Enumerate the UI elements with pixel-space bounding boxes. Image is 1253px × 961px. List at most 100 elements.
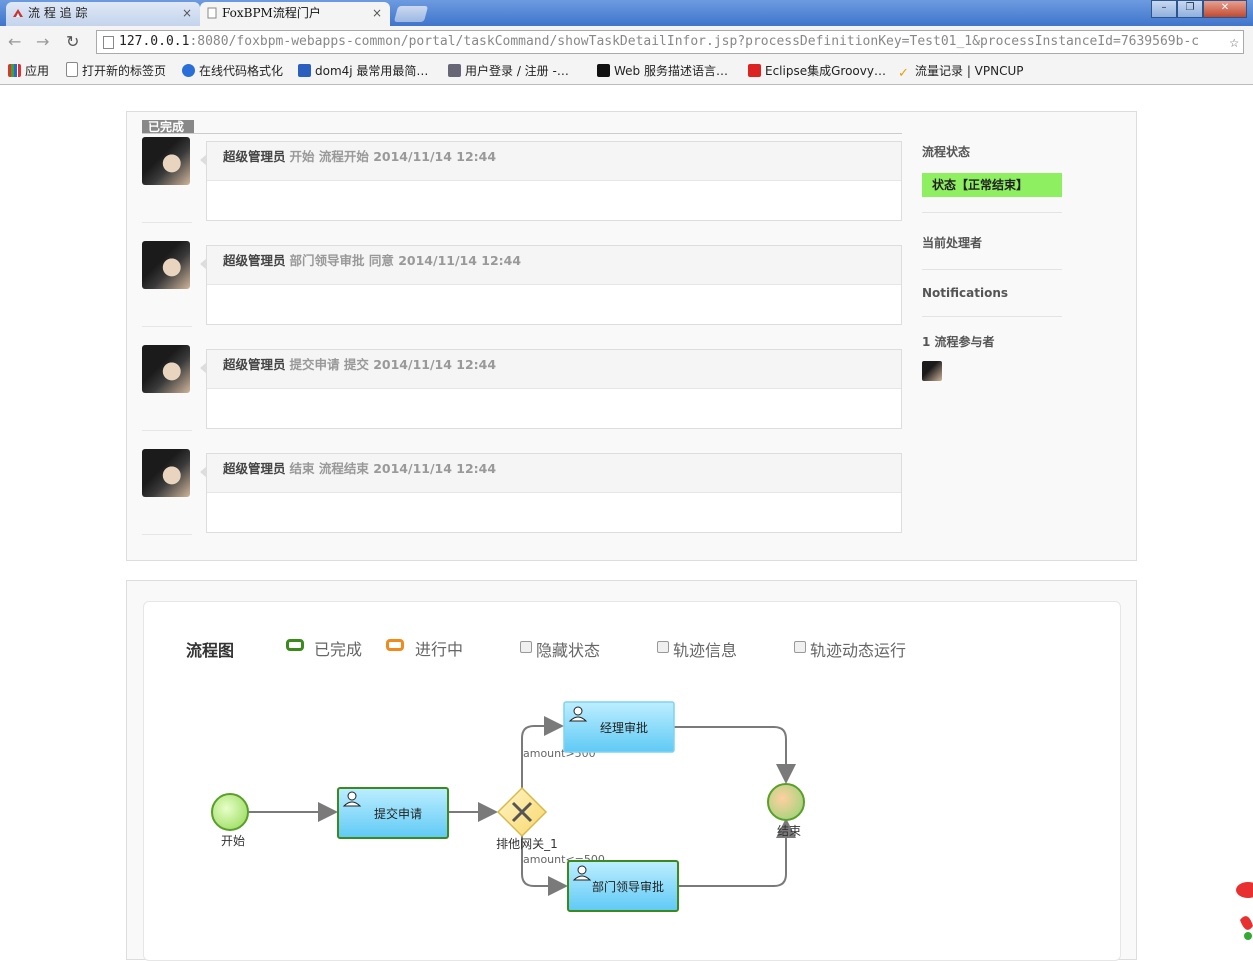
gateway-label: 排他网关_1	[496, 837, 558, 851]
divider	[142, 534, 192, 535]
close-icon[interactable]: ×	[372, 2, 382, 24]
bookmarks-bar: 应用 打开新的标签页 在线代码格式化 dom4j 最常用最简… 用户登录 / 注…	[0, 58, 1253, 85]
tab-label: FoxBPM流程门户	[222, 6, 321, 20]
task-manager-approval[interactable]: 经理审批	[563, 701, 675, 753]
hide-status-label: 隐藏状态	[536, 641, 601, 660]
divider	[142, 133, 902, 134]
notifications-label: Notifications	[922, 286, 1009, 300]
address-path: :8080/foxbpm-webapps-common/portal/taskC…	[189, 34, 1200, 49]
m-logo-icon	[597, 64, 610, 77]
current-handler-label: 当前处理者	[922, 236, 983, 250]
avatar	[142, 449, 190, 497]
participants-label: 1 流程参与者	[922, 335, 995, 349]
tab-foxbpm-portal[interactable]: FoxBPM流程门户 ×	[200, 2, 390, 26]
task-dept-approval[interactable]: 部门领导审批	[567, 860, 679, 912]
close-icon[interactable]: ×	[182, 2, 192, 24]
divider	[922, 212, 1062, 213]
bookmark-login[interactable]: 用户登录 / 注册 -…	[448, 62, 569, 79]
avatar	[142, 241, 190, 289]
entry-detail: 部门领导审批 同意 2014/11/14 12:44	[289, 253, 522, 268]
end-event[interactable]: 结束	[767, 783, 805, 838]
task-label: 经理审批	[600, 720, 648, 735]
hide-status-checkbox[interactable]	[520, 641, 532, 653]
entry-user: 超级管理员	[223, 253, 286, 268]
bookmark-star-icon[interactable]: ☆	[1229, 31, 1239, 53]
participant-avatar[interactable]	[922, 361, 942, 381]
entry-header: 超级管理员 部门领导审批 同意 2014/11/14 12:44	[207, 246, 901, 285]
avatar	[142, 345, 190, 393]
page-icon	[103, 36, 114, 49]
legend-completed-swatch	[286, 639, 304, 651]
start-label: 开始	[221, 834, 245, 848]
history-entry: 超级管理员 提交申请 提交 2014/11/14 12:44	[200, 349, 902, 429]
task-label: 部门领导审批	[592, 879, 664, 894]
trace-animation-label: 轨迹动态运行	[810, 641, 907, 660]
entry-detail: 结束 流程结束 2014/11/14 12:44	[289, 461, 497, 476]
bookmark-dom4j[interactable]: dom4j 最常用最简…	[298, 62, 428, 79]
legend-in-progress-label: 进行中	[415, 640, 464, 659]
minimize-icon[interactable]: –	[1151, 0, 1177, 18]
entry-user: 超级管理员	[223, 149, 286, 164]
address-host: 127.0.0.1	[119, 34, 190, 49]
window-controls: – ❐ ✕	[1151, 0, 1247, 18]
history-entry: 超级管理员 结束 流程结束 2014/11/14 12:44	[200, 453, 902, 533]
trace-animation-checkbox[interactable]	[794, 641, 806, 653]
site-icon	[448, 64, 461, 77]
floating-widget-icon[interactable]	[1234, 880, 1253, 940]
entry-detail: 开始 流程开始 2014/11/14 12:44	[289, 149, 497, 164]
c-red-logo-icon	[748, 64, 761, 77]
trace-info-checkbox[interactable]	[657, 641, 669, 653]
divider	[142, 222, 192, 223]
diagram-title: 流程图	[186, 641, 235, 660]
process-status-label: 流程状态	[922, 145, 971, 159]
bookmark-new-tab[interactable]: 打开新的标签页	[66, 62, 166, 79]
tab-label: 流 程 追 踪	[28, 6, 88, 20]
checkmark-icon: ✓	[898, 66, 909, 81]
completed-tag: 已完成	[142, 120, 194, 134]
bookmark-apps[interactable]: 应用	[8, 62, 49, 79]
app-logo-icon	[13, 9, 23, 17]
task-label: 提交申请	[374, 806, 422, 821]
bookmark-label: Web 服务描述语言…	[614, 64, 728, 78]
bookmark-label: 打开新的标签页	[82, 64, 167, 78]
browser-tab-bar: 流 程 追 踪 × FoxBPM流程门户 × – ❐ ✕	[0, 0, 1253, 26]
apps-grid-icon	[8, 64, 21, 77]
legend-completed-label: 已完成	[314, 640, 363, 659]
address-bar[interactable]: 127.0.0.1:8080/foxbpm-webapps-common/por…	[96, 30, 1244, 54]
page-icon	[66, 62, 78, 77]
entry-detail: 提交申请 提交 2014/11/14 12:44	[289, 357, 497, 372]
bookmark-eclipse[interactable]: Eclipse集成Groovy…	[748, 62, 886, 79]
bookmark-vpncup[interactable]: ✓ 流量记录 | VPNCUP	[898, 62, 1024, 80]
tab-flow-tracking[interactable]: 流 程 追 踪 ×	[6, 2, 200, 26]
blog-icon	[298, 64, 311, 77]
divider	[142, 326, 192, 327]
back-arrow-icon[interactable]: ←	[8, 32, 21, 51]
page-icon	[207, 7, 217, 19]
new-tab-button[interactable]	[393, 6, 429, 22]
task-submit[interactable]: 提交申请	[337, 787, 449, 839]
c-logo-icon	[182, 64, 195, 77]
maximize-icon[interactable]: ❐	[1177, 0, 1203, 18]
flow-dept-end	[678, 818, 796, 887]
browser-toolbar: ← → ↻ 127.0.0.1:8080/foxbpm-webapps-comm…	[0, 26, 1253, 58]
bookmark-label: Eclipse集成Groovy…	[765, 64, 886, 78]
bookmark-code-format[interactable]: 在线代码格式化	[182, 62, 283, 79]
end-label: 结束	[777, 824, 801, 838]
bookmark-label: 用户登录 / 注册 -…	[465, 64, 569, 78]
process-diagram: 开始 提交申请 排他网关_1 amount>500 amount<=500 经理…	[211, 701, 805, 912]
exclusive-gateway[interactable]: 排他网关_1	[496, 786, 558, 851]
flow-manager-end	[674, 726, 796, 784]
divider	[142, 430, 192, 431]
trace-info-label: 轨迹信息	[673, 641, 738, 660]
entry-header: 超级管理员 提交申请 提交 2014/11/14 12:44	[207, 350, 901, 389]
forward-arrow-icon[interactable]: →	[36, 32, 49, 51]
window-close-icon[interactable]: ✕	[1203, 0, 1247, 18]
status-badge: 状态【正常结束】	[922, 173, 1062, 197]
bookmark-label: dom4j 最常用最简…	[315, 64, 429, 78]
bookmark-label: 在线代码格式化	[199, 64, 284, 78]
bookmark-wsdl[interactable]: Web 服务描述语言…	[597, 62, 728, 79]
entry-user: 超级管理员	[223, 461, 286, 476]
reload-icon[interactable]: ↻	[66, 32, 79, 51]
entry-user: 超级管理员	[223, 357, 286, 372]
start-event[interactable]: 开始	[211, 793, 249, 848]
